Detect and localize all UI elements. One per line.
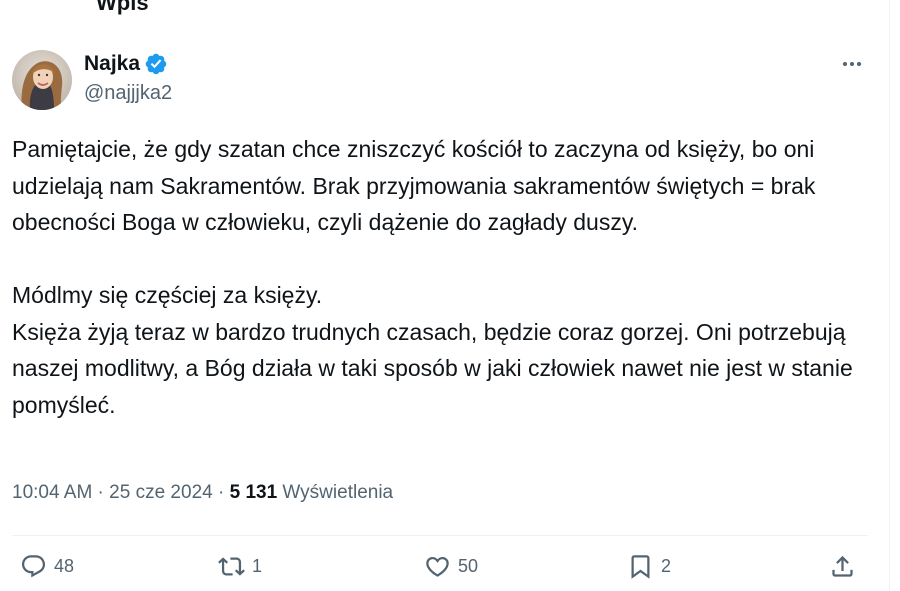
heart-icon bbox=[426, 556, 449, 577]
tweet-time[interactable]: 10:04 AM bbox=[12, 482, 92, 503]
verified-badge-icon[interactable] bbox=[144, 52, 168, 76]
tweet-paragraph-2-rest: Księża żyją teraz w bardzo trudnych czas… bbox=[12, 318, 853, 418]
column-border bbox=[889, 0, 890, 591]
repost-button[interactable]: 1 bbox=[218, 553, 262, 580]
action-bar: 48 1 50 2 bbox=[0, 553, 900, 591]
tweet-meta: 10:04 AM · 25 cze 2024 · 5 131 Wyświetle… bbox=[12, 482, 393, 504]
reply-button[interactable]: 48 bbox=[20, 553, 74, 580]
repost-icon bbox=[218, 557, 245, 576]
repost-count: 1 bbox=[252, 556, 263, 576]
author-display-name[interactable]: Najka bbox=[84, 52, 140, 76]
author-block: Najka @najjjka2 bbox=[84, 50, 172, 105]
avatar-photo bbox=[12, 50, 72, 110]
like-button[interactable]: 50 bbox=[424, 553, 478, 580]
tweet-detail: Wpis Najka @najjjka2 Pamiętajcie, że gdy… bbox=[0, 0, 900, 591]
views-label: Wyświetlenia bbox=[277, 482, 394, 503]
tweet-text: Pamiętajcie, że gdy szatan chce zniszczy… bbox=[12, 131, 872, 423]
tweet-date[interactable]: 25 cze 2024 bbox=[109, 482, 213, 503]
divider bbox=[12, 535, 868, 536]
share-icon bbox=[832, 555, 853, 577]
bookmark-icon bbox=[631, 555, 650, 579]
bookmark-button[interactable]: 2 bbox=[627, 553, 671, 580]
meta-separator: · bbox=[212, 482, 230, 503]
reply-icon bbox=[21, 555, 46, 578]
reply-count: 48 bbox=[54, 556, 75, 576]
like-count: 50 bbox=[458, 556, 479, 576]
meta-separator: · bbox=[92, 482, 110, 503]
avatar[interactable] bbox=[12, 50, 72, 110]
share-button[interactable] bbox=[829, 553, 856, 580]
page-title-partial: Wpis bbox=[96, 0, 149, 15]
views-count: 5 131 bbox=[229, 482, 278, 503]
more-options-icon[interactable] bbox=[834, 52, 870, 76]
author-handle[interactable]: @najjjka2 bbox=[84, 82, 172, 105]
bookmark-count: 2 bbox=[661, 556, 672, 576]
tweet-paragraph-2-line-1: Módlmy się częściej za księży. bbox=[12, 282, 323, 308]
tweet-paragraph-1: Pamiętajcie, że gdy szatan chce zniszczy… bbox=[12, 136, 816, 235]
